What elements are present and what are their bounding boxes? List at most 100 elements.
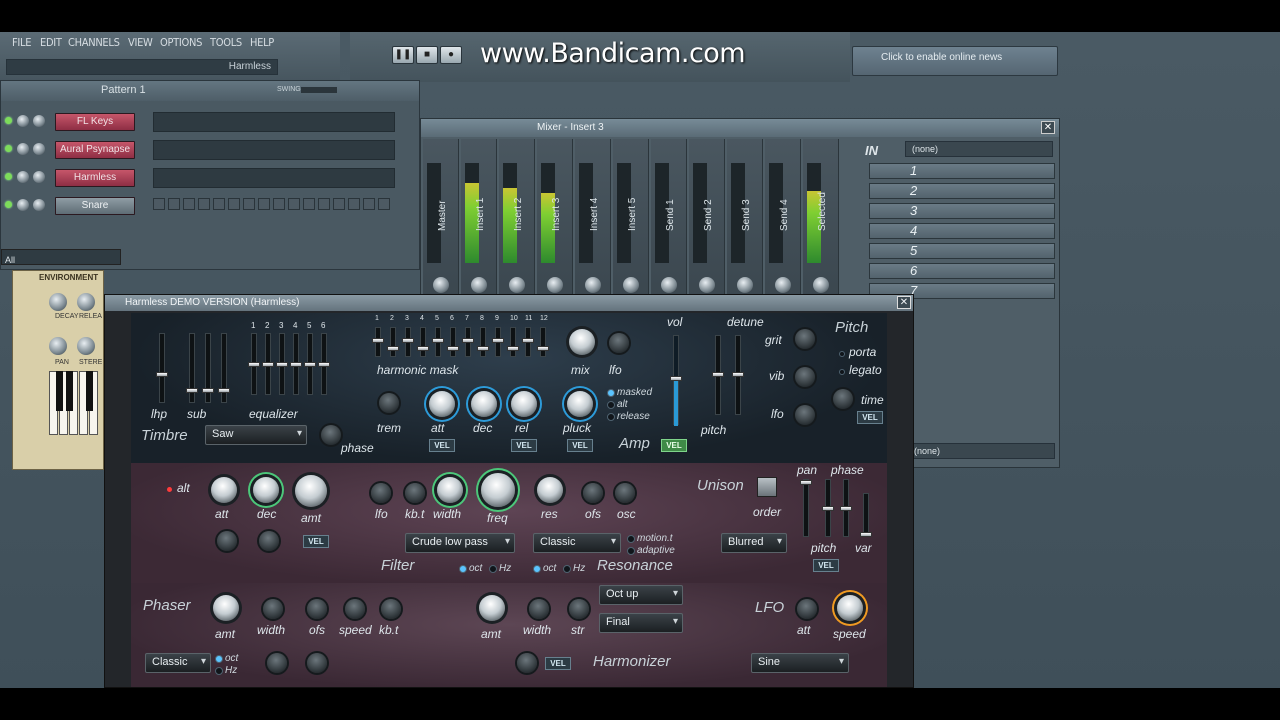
unison-phase-fader-2[interactable] — [840, 479, 852, 537]
channel-led[interactable] — [5, 145, 12, 152]
volume-knob[interactable] — [17, 143, 29, 155]
stereo-knob[interactable] — [77, 337, 95, 355]
mask-harmonic-fader[interactable] — [387, 327, 399, 357]
unison-pan-fader[interactable] — [800, 479, 812, 537]
menu-view[interactable]: VIEW — [128, 36, 153, 49]
harmonizer-final-dropdown[interactable]: Final — [599, 613, 683, 633]
eq-band-fader[interactable] — [276, 333, 288, 395]
filter-ofs-knob[interactable] — [583, 483, 603, 503]
pan-knob[interactable] — [33, 143, 45, 155]
filter-amt-knob[interactable] — [295, 475, 327, 507]
filter-vel-toggle[interactable]: VEL — [303, 535, 329, 548]
unison-var-fader[interactable] — [860, 493, 872, 537]
timbre-lfo-knob[interactable] — [609, 333, 629, 353]
mask-harmonic-fader[interactable] — [447, 327, 459, 357]
timbre-wave-dropdown[interactable]: Saw — [205, 425, 307, 445]
alt-radio[interactable] — [607, 401, 615, 409]
close-icon[interactable]: ✕ — [897, 296, 911, 309]
filter-oct-radio[interactable] — [459, 565, 467, 573]
mask-harmonic-fader[interactable] — [462, 327, 474, 357]
strip-pan-knob[interactable] — [585, 277, 601, 293]
sub-fader-2[interactable] — [202, 333, 214, 403]
step-button[interactable] — [318, 198, 330, 210]
amp-att-vel-toggle[interactable]: VEL — [429, 439, 455, 452]
lfo-att-knob[interactable] — [797, 599, 817, 619]
mixer-strip[interactable]: Insert 2 — [499, 139, 535, 307]
eq-band-fader[interactable] — [248, 333, 260, 395]
filter-type-dropdown[interactable]: Crude low pass — [405, 533, 515, 553]
amp-att-knob[interactable] — [429, 391, 455, 417]
pan-knob[interactable] — [33, 171, 45, 183]
channel-button-harmless[interactable]: Harmless — [55, 169, 135, 187]
fx-slot-2[interactable]: 2 — [869, 183, 1055, 199]
phaser-speed-knob[interactable] — [345, 599, 365, 619]
mask-harmonic-fader[interactable] — [492, 327, 504, 357]
phaser-hz-radio[interactable] — [215, 667, 223, 675]
amp-rel-knob[interactable] — [511, 391, 537, 417]
mixer-strip[interactable]: Send 2 — [689, 139, 725, 307]
phase-knob[interactable] — [321, 425, 341, 445]
strip-pan-knob[interactable] — [623, 277, 639, 293]
mask-harmonic-fader[interactable] — [432, 327, 444, 357]
volume-knob[interactable] — [17, 115, 29, 127]
sub-fader-1[interactable] — [186, 333, 198, 403]
mask-harmonic-fader[interactable] — [537, 327, 549, 357]
mixer-strip[interactable]: Selected — [803, 139, 839, 307]
volume-knob[interactable] — [17, 171, 29, 183]
release-radio[interactable] — [607, 413, 615, 421]
harmonizer-str-knob[interactable] — [569, 599, 589, 619]
mixer-strip[interactable]: Insert 3 — [537, 139, 573, 307]
pluck-knob[interactable] — [567, 391, 593, 417]
eq-band-fader[interactable] — [318, 333, 330, 395]
strip-pan-knob[interactable] — [433, 277, 449, 293]
piano-black-key[interactable] — [56, 371, 63, 411]
fx-slot-6[interactable]: 6 — [869, 263, 1055, 279]
porta-radio[interactable] — [839, 351, 845, 357]
step-button[interactable] — [213, 198, 225, 210]
phaser-kbt-knob[interactable] — [381, 599, 401, 619]
step-button[interactable] — [258, 198, 270, 210]
step-button[interactable] — [153, 198, 165, 210]
step-button[interactable] — [303, 198, 315, 210]
pitch-vel-toggle[interactable]: VEL — [857, 411, 883, 424]
pitch-lfo-knob[interactable] — [795, 405, 815, 425]
phaser-extra-knob-1[interactable] — [267, 653, 287, 673]
swing-slider[interactable] — [301, 87, 337, 93]
menu-options[interactable]: OPTIONS — [160, 36, 202, 49]
phaser-oct-radio[interactable] — [215, 655, 223, 663]
step-button[interactable] — [363, 198, 375, 210]
step-button[interactable] — [243, 198, 255, 210]
harmonizer-amt-knob[interactable] — [479, 595, 505, 621]
phaser-ofs-knob[interactable] — [307, 599, 327, 619]
volume-knob[interactable] — [17, 199, 29, 211]
strip-pan-knob[interactable] — [699, 277, 715, 293]
channel-button-snare[interactable]: Snare — [55, 197, 135, 215]
phaser-extra-knob-2[interactable] — [307, 653, 327, 673]
menu-edit[interactable]: EDIT — [40, 36, 62, 49]
release-knob[interactable] — [77, 293, 95, 311]
fx-slot-4[interactable]: 4 — [869, 223, 1055, 239]
mask-harmonic-fader[interactable] — [372, 327, 384, 357]
step-button[interactable] — [288, 198, 300, 210]
menu-tools[interactable]: TOOLS — [210, 36, 242, 49]
step-graph-harmless[interactable] — [153, 168, 395, 188]
harmonizer-width-knob[interactable] — [529, 599, 549, 619]
phaser-type-dropdown[interactable]: Classic — [145, 653, 211, 673]
detune-fader-2[interactable] — [732, 335, 744, 415]
piano-black-key[interactable] — [66, 371, 73, 411]
strip-pan-knob[interactable] — [471, 277, 487, 293]
mixer-strip[interactable]: Send 3 — [727, 139, 763, 307]
mixer-strip[interactable]: Send 4 — [765, 139, 801, 307]
mix-knob[interactable] — [569, 329, 595, 355]
harmonizer-octave-dropdown[interactable]: Oct up — [599, 585, 683, 605]
channel-filter-select[interactable]: All — [1, 249, 121, 265]
record-button[interactable]: ● — [440, 46, 462, 64]
adaptive-radio[interactable] — [627, 547, 635, 555]
mask-harmonic-fader[interactable] — [507, 327, 519, 357]
pan-knob[interactable] — [33, 199, 45, 211]
filter-shape-knob-1[interactable] — [217, 531, 237, 551]
fx-slot-5[interactable]: 5 — [869, 243, 1055, 259]
time-knob[interactable] — [833, 389, 853, 409]
step-button[interactable] — [198, 198, 210, 210]
step-button[interactable] — [333, 198, 345, 210]
